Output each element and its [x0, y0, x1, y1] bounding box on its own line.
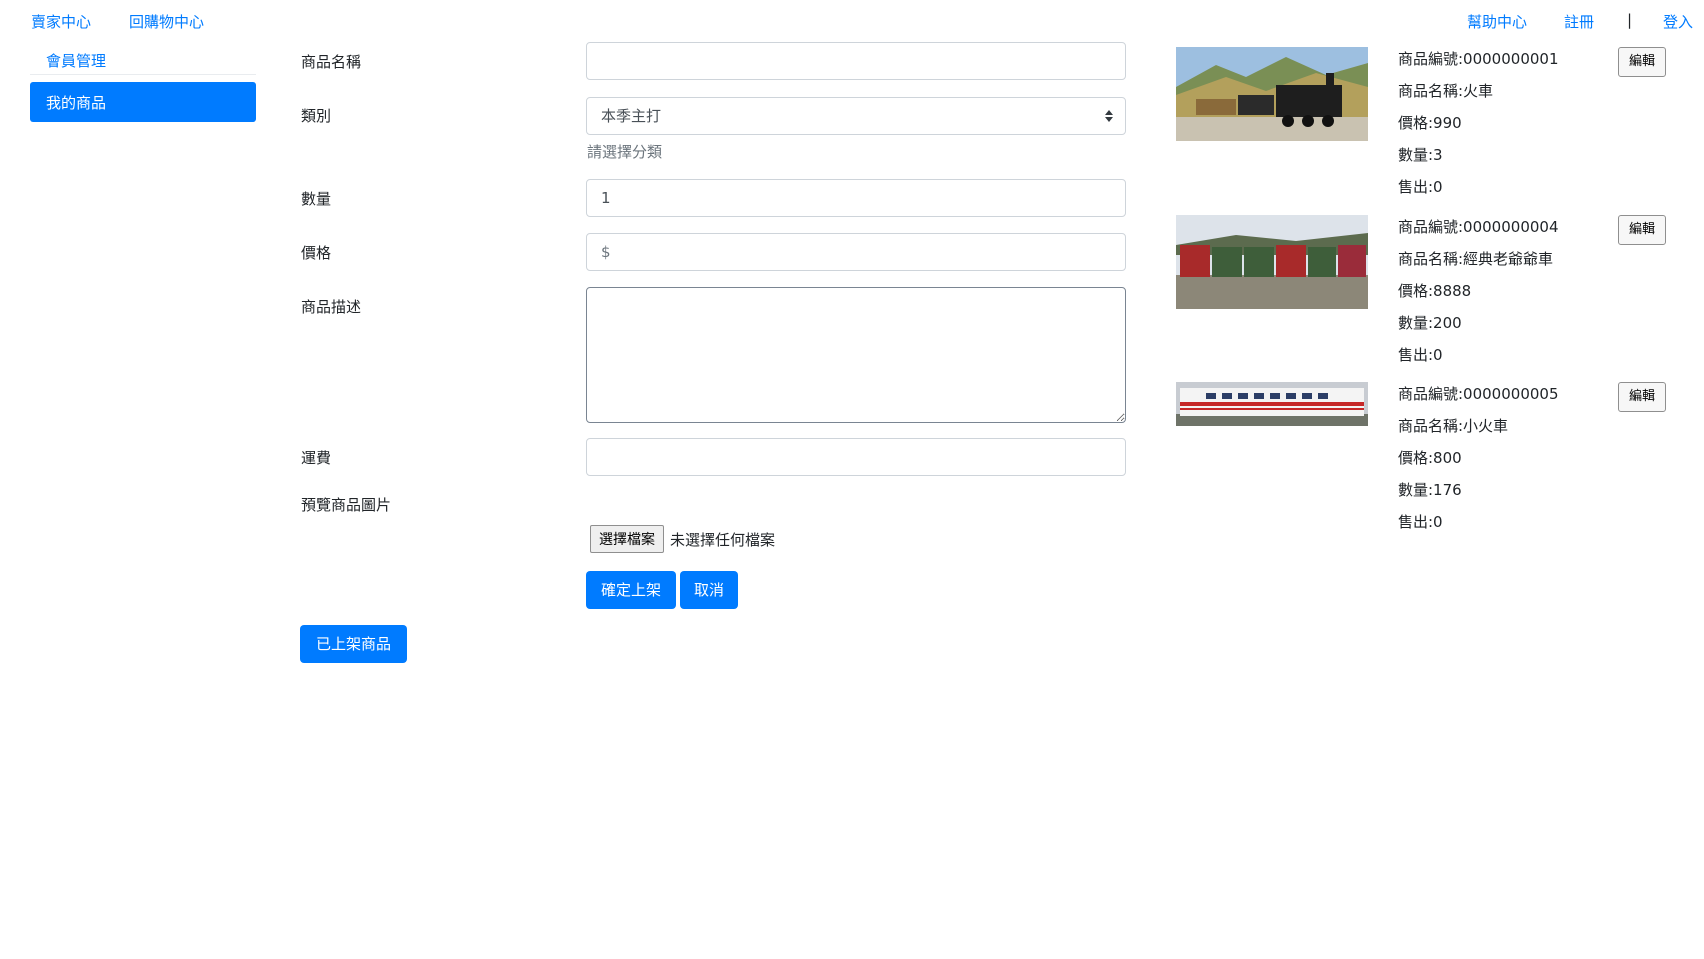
nav-seller-center[interactable]: 賣家中心	[31, 11, 91, 32]
category-select[interactable]: 本季主打	[586, 97, 1126, 135]
file-upload: 選擇檔案 未選擇任何檔案	[590, 525, 775, 553]
product-price: 價格:800	[1398, 449, 1462, 467]
product-info: 商品編號:0000000004 商品名稱:經典老爺爺車 價格:8888 數量:2…	[1398, 211, 1559, 371]
sidebar-item-member-management[interactable]: 會員管理	[46, 50, 106, 71]
product-quantity: 數量:3	[1398, 146, 1443, 164]
product-price: 價格:8888	[1398, 282, 1472, 300]
edit-product-button[interactable]: 編輯	[1618, 382, 1666, 412]
product-image	[1176, 382, 1368, 426]
product-quantity: 數量:200	[1398, 314, 1462, 332]
product-sold: 售出:0	[1398, 178, 1443, 196]
edit-product-button[interactable]: 編輯	[1618, 215, 1666, 245]
description-textarea[interactable]	[586, 287, 1126, 423]
quantity-label: 數量	[301, 190, 332, 208]
top-navbar: 賣家中心 回購物中心 幫助中心 註冊 | 登入	[0, 0, 1704, 40]
select-caret-icon	[1105, 108, 1113, 124]
product-sold: 售出:0	[1398, 346, 1443, 364]
price-label: 價格	[301, 244, 332, 262]
product-name: 商品名稱:火車	[1398, 82, 1494, 100]
product-sold: 售出:0	[1398, 513, 1443, 531]
quantity-input[interactable]	[586, 179, 1126, 217]
listed-products-button[interactable]: 已上架商品	[300, 625, 407, 663]
product-name-input[interactable]	[586, 42, 1126, 80]
product-id: 商品編號:0000000001	[1398, 50, 1559, 68]
nav-login[interactable]: 登入	[1663, 11, 1693, 32]
nav-register[interactable]: 註冊	[1564, 11, 1594, 32]
product-name: 商品名稱:經典老爺爺車	[1398, 250, 1554, 268]
price-input[interactable]	[586, 233, 1126, 271]
choose-file-button[interactable]: 選擇檔案	[590, 525, 664, 553]
category-help-text: 請選擇分類	[587, 143, 663, 161]
product-info: 商品編號:0000000005 商品名稱:小火車 價格:800 數量:176 售…	[1398, 378, 1559, 538]
edit-product-button[interactable]: 編輯	[1618, 47, 1666, 77]
product-id: 商品編號:0000000005	[1398, 385, 1559, 403]
nav-help-center[interactable]: 幫助中心	[1467, 11, 1527, 32]
category-label: 類別	[301, 107, 332, 125]
product-quantity: 數量:176	[1398, 481, 1462, 499]
product-price: 價格:990	[1398, 114, 1462, 132]
description-label: 商品描述	[301, 298, 362, 316]
nav-separator: |	[1627, 11, 1633, 29]
product-id: 商品編號:0000000004	[1398, 218, 1559, 236]
category-selected-value: 本季主打	[601, 107, 662, 125]
nav-shopping-center[interactable]: 回購物中心	[129, 11, 204, 32]
product-info: 商品編號:0000000001 商品名稱:火車 價格:990 數量:3 售出:0	[1398, 43, 1559, 203]
product-image	[1176, 215, 1368, 309]
preview-image-label: 預覽商品圖片	[301, 496, 392, 514]
product-name-label: 商品名稱	[301, 53, 362, 71]
shipping-input[interactable]	[586, 438, 1126, 476]
cancel-button[interactable]: 取消	[680, 571, 738, 609]
product-image	[1176, 47, 1368, 141]
submit-listing-button[interactable]: 確定上架	[586, 571, 676, 609]
shipping-label: 運費	[301, 449, 332, 467]
sidebar-item-my-products[interactable]: 我的商品	[30, 82, 256, 122]
product-name: 商品名稱:小火車	[1398, 417, 1509, 435]
sidebar-divider	[30, 74, 256, 75]
file-status-text: 未選擇任何檔案	[670, 530, 776, 549]
